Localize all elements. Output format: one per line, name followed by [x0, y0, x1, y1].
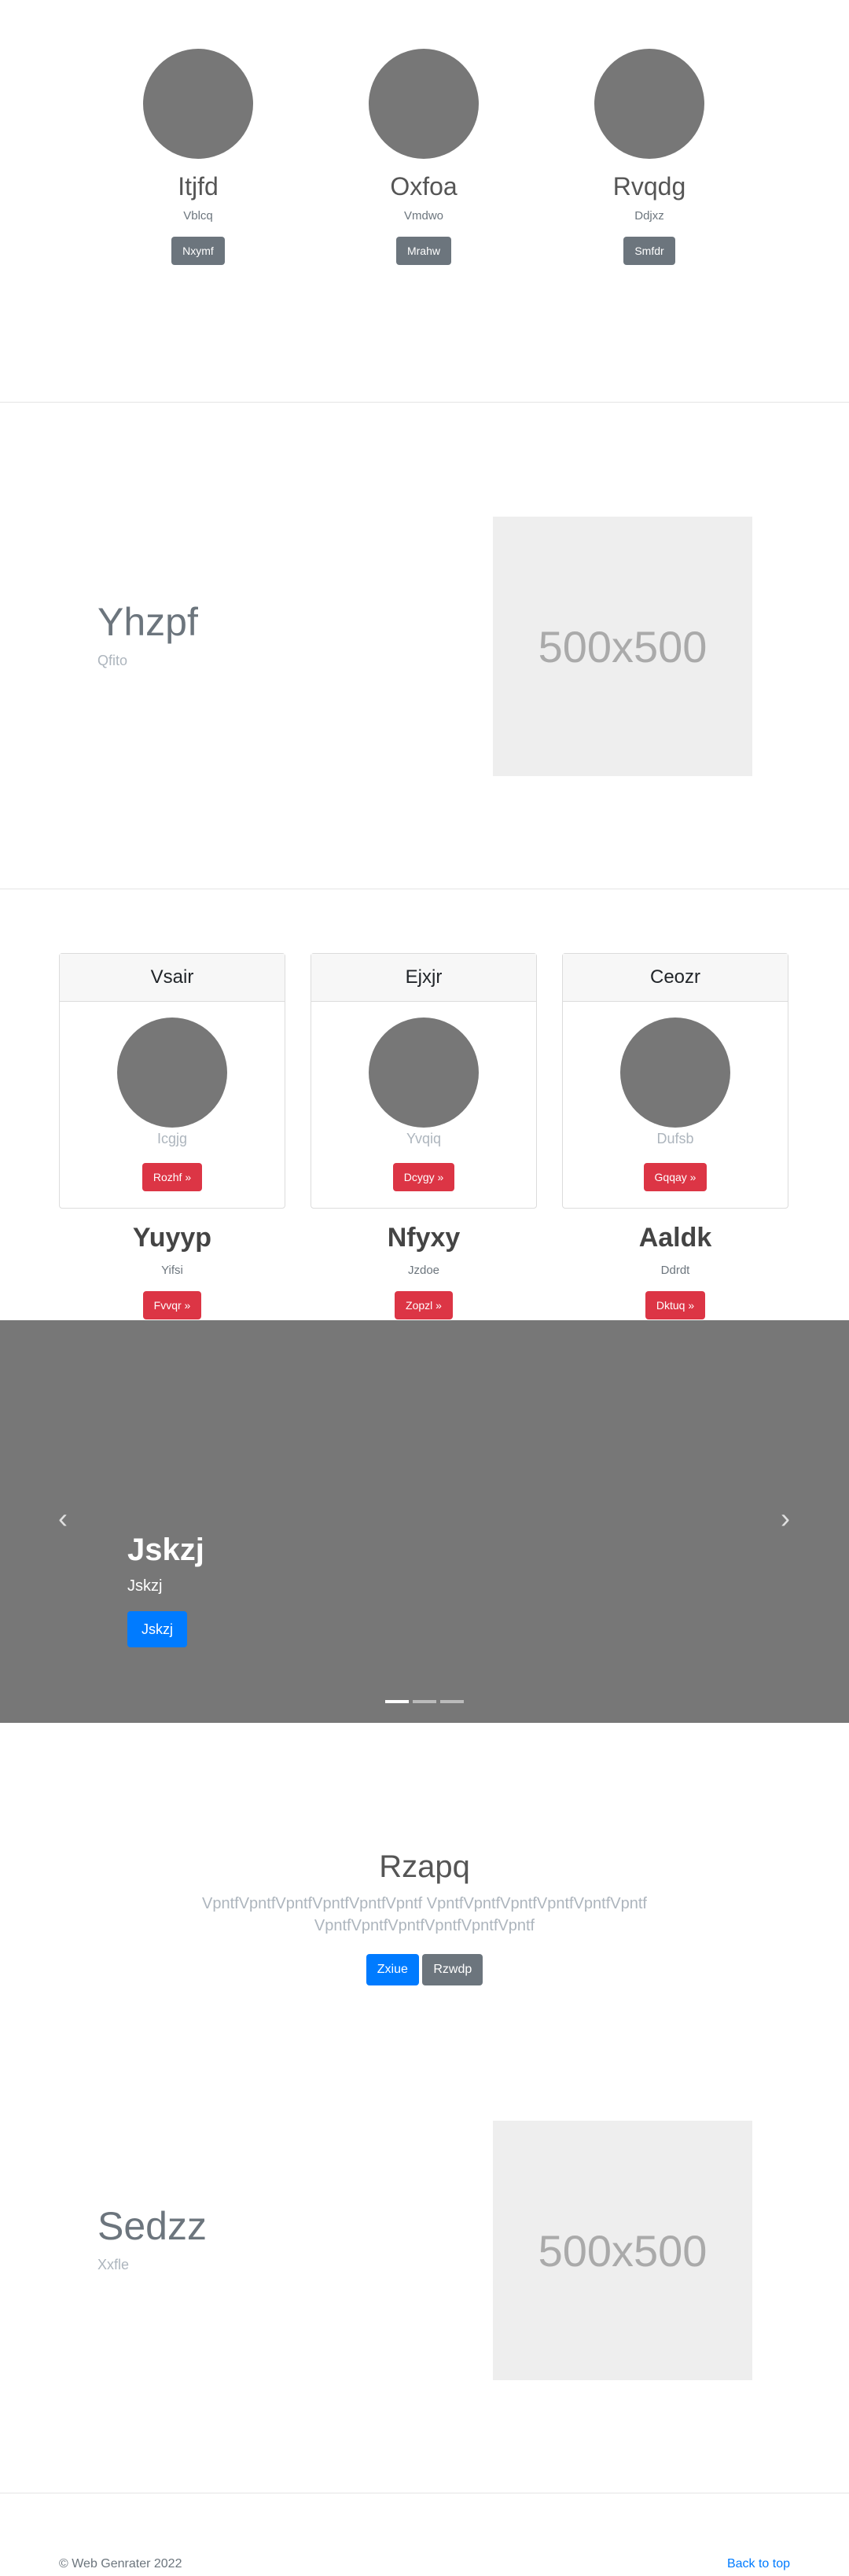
card-header: Ceozr: [563, 954, 788, 1002]
column-button[interactable]: Fvvqr »: [142, 1291, 202, 1320]
team-member-subtitle: Ddjxz: [634, 209, 664, 223]
back-to-top-link[interactable]: Back to top: [727, 2557, 790, 2571]
team-member-button[interactable]: Mrahw: [395, 237, 451, 266]
chevron-left-icon[interactable]: ‹: [52, 1503, 74, 1534]
placeholder-image: 500x500: [493, 2121, 752, 2380]
column-title: Nfyxy: [387, 1223, 461, 1253]
secondary-button[interactable]: Rzwdp: [422, 1954, 483, 1985]
footer-copyright: © Web Genrater 2022: [59, 2557, 182, 2570]
card: Ceozr Dufsb Gqqay »: [562, 953, 788, 1209]
carousel-indicator[interactable]: [413, 1700, 436, 1703]
avatar: [143, 49, 253, 159]
card-button[interactable]: Dcygy »: [392, 1163, 455, 1191]
team-member-subtitle: Vmdwo: [403, 209, 444, 223]
carousel-title: Jskzj: [127, 1533, 204, 1567]
carousel-button[interactable]: Jskzj: [127, 1611, 187, 1647]
column: Aaldk Ddrdt Dktuq »: [597, 1223, 754, 1320]
card-header: Ejxjr: [311, 954, 536, 1002]
team-member-name: Rvqdg: [612, 172, 686, 201]
card-subtitle: Yvqiq: [406, 1131, 442, 1146]
team-member-subtitle: Vblcq: [183, 209, 213, 223]
feature-subtitle: Xxfle: [97, 2257, 130, 2272]
divider: [0, 402, 849, 403]
carousel: ‹ › Jskzj Jskzj Jskzj: [0, 1320, 849, 1723]
column-title: Aaldk: [638, 1223, 712, 1253]
feature-title: Sedzz: [97, 2204, 207, 2248]
team-member: Oxfoa Vmdwo Mrahw: [345, 49, 502, 266]
primary-button[interactable]: Zxiue: [366, 1954, 419, 1985]
jumbotron-text: VpntfVpntfVpntfVpntfVpntfVpntf: [314, 1917, 535, 1934]
avatar: [117, 1018, 227, 1128]
carousel-indicator[interactable]: [440, 1700, 464, 1703]
card-header: Vsair: [60, 954, 285, 1002]
column-subtitle: Yifsi: [161, 1264, 183, 1278]
card: Vsair Icgjg Rozhf »: [59, 953, 285, 1209]
card-button[interactable]: Gqqay »: [643, 1163, 708, 1191]
avatar: [369, 49, 479, 159]
team-member: Itjfd Vblcq Nxymf: [119, 49, 277, 266]
column-title: Yuyyp: [132, 1223, 212, 1253]
avatar: [369, 1018, 479, 1128]
card-subtitle: Icgjg: [156, 1131, 188, 1146]
team-member: Rvqdg Ddjxz Smfdr: [571, 49, 728, 266]
column: Yuyyp Yifsi Fvvqr »: [94, 1223, 251, 1320]
column-button[interactable]: Dktuq »: [645, 1291, 706, 1320]
avatar: [620, 1018, 730, 1128]
feature-title: Yhzpf: [97, 600, 198, 644]
chevron-right-icon[interactable]: ›: [774, 1503, 796, 1534]
column-button[interactable]: Zopzl »: [395, 1291, 453, 1320]
column: Nfyxy Jzdoe Zopzl »: [345, 1223, 502, 1320]
jumbotron-title: Rzapq: [379, 1849, 470, 1884]
card: Ejxjr Yvqiq Dcygy »: [311, 953, 537, 1209]
feature-subtitle: Qfito: [97, 653, 128, 668]
column-subtitle: Jzdoe: [407, 1264, 440, 1278]
carousel-subtitle: Jskzj: [127, 1577, 163, 1595]
carousel-indicator[interactable]: [385, 1700, 409, 1703]
team-member-button[interactable]: Nxymf: [171, 237, 225, 266]
team-member-name: Itjfd: [178, 172, 219, 201]
avatar: [594, 49, 704, 159]
card-button[interactable]: Rozhf »: [142, 1163, 203, 1191]
team-member-name: Oxfoa: [390, 172, 458, 201]
column-subtitle: Ddrdt: [660, 1264, 690, 1278]
team-member-button[interactable]: Smfdr: [623, 237, 675, 266]
card-subtitle: Dufsb: [656, 1131, 694, 1146]
placeholder-image: 500x500: [493, 517, 752, 776]
jumbotron: Rzapq VpntfVpntfVpntfVpntfVpntfVpntf Vpn…: [0, 1849, 849, 1985]
jumbotron-text: VpntfVpntfVpntfVpntfVpntfVpntf VpntfVpnt…: [202, 1895, 647, 1912]
